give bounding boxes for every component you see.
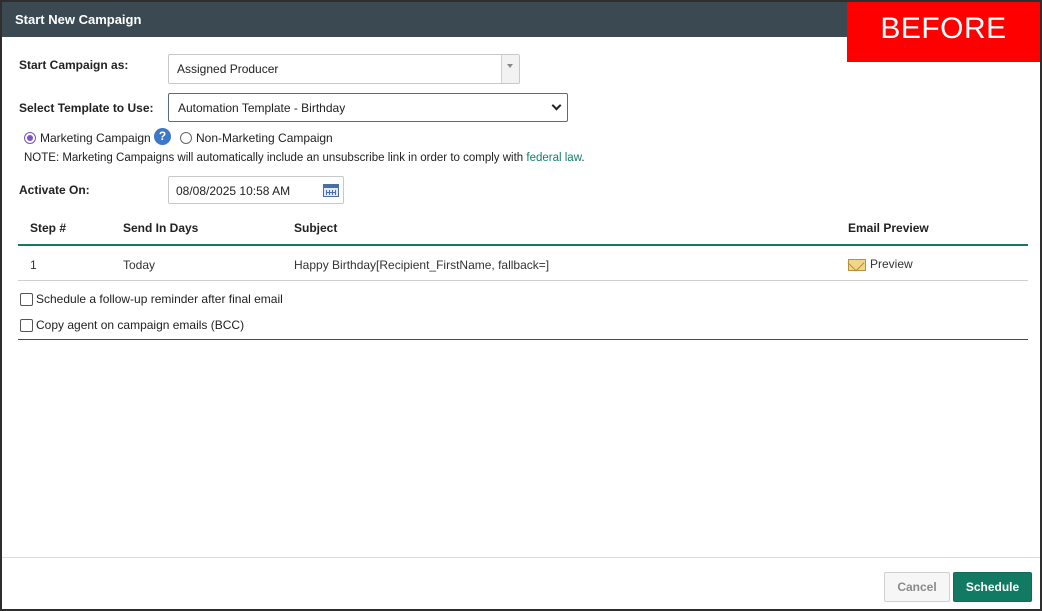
preview-link[interactable]: Preview (870, 257, 913, 271)
bcc-agent-checkbox[interactable] (20, 319, 33, 332)
start-as-select[interactable]: Assigned Producer (168, 54, 520, 84)
template-select[interactable]: Automation Template - Birthday (168, 93, 568, 122)
help-icon[interactable]: ? (154, 128, 171, 145)
followup-reminder-checkbox[interactable] (20, 293, 33, 306)
non-marketing-campaign-label[interactable]: Non-Marketing Campaign (196, 131, 333, 145)
before-badge: BEFORE (847, 2, 1040, 62)
compliance-note: NOTE: Marketing Campaigns will automatic… (24, 152, 585, 164)
non-marketing-campaign-radio[interactable] (180, 132, 192, 144)
chevron-down-icon (551, 100, 562, 111)
marketing-campaign-radio[interactable] (24, 132, 36, 144)
calendar-icon[interactable] (323, 184, 339, 197)
header-step: Step # (30, 221, 67, 235)
row-send-in-days: Today (123, 258, 156, 272)
bcc-agent-label[interactable]: Copy agent on campaign emails (BCC) (36, 318, 244, 332)
header-email-preview: Email Preview (848, 221, 929, 235)
row-step: 1 (30, 258, 37, 272)
row-subject: Happy Birthday[Recipient_FirstName, fall… (294, 258, 550, 272)
header-send-in-days: Send In Days (123, 221, 199, 235)
footer-divider (2, 557, 1040, 558)
dropdown-arrow-icon[interactable] (501, 55, 519, 83)
activate-on-label: Activate On: (19, 183, 90, 197)
note-prefix: NOTE: Marketing Campaigns will automatic… (24, 152, 527, 164)
federal-law-link[interactable]: federal law (526, 152, 581, 164)
envelope-icon[interactable] (848, 259, 866, 271)
table-row-divider (18, 280, 1028, 281)
options-divider (18, 339, 1028, 340)
template-value: Automation Template - Birthday (178, 101, 346, 115)
marketing-campaign-label[interactable]: Marketing Campaign (40, 131, 151, 145)
activate-on-value: 08/08/2025 10:58 AM (176, 184, 291, 198)
start-as-label: Start Campaign as: (19, 58, 129, 72)
activate-on-input[interactable]: 08/08/2025 10:58 AM (168, 176, 344, 204)
start-as-value: Assigned Producer (177, 62, 279, 76)
note-suffix: . (581, 152, 585, 164)
cancel-button[interactable]: Cancel (884, 572, 950, 602)
dialog-title: Start New Campaign (15, 12, 142, 27)
start-campaign-dialog: Start New Campaign BEFORE Start Campaign… (0, 0, 1042, 611)
table-header-divider (18, 244, 1028, 246)
followup-reminder-label[interactable]: Schedule a follow-up reminder after fina… (36, 292, 283, 306)
template-label: Select Template to Use: (19, 101, 154, 115)
header-subject: Subject (294, 221, 338, 235)
schedule-button[interactable]: Schedule (953, 572, 1032, 602)
